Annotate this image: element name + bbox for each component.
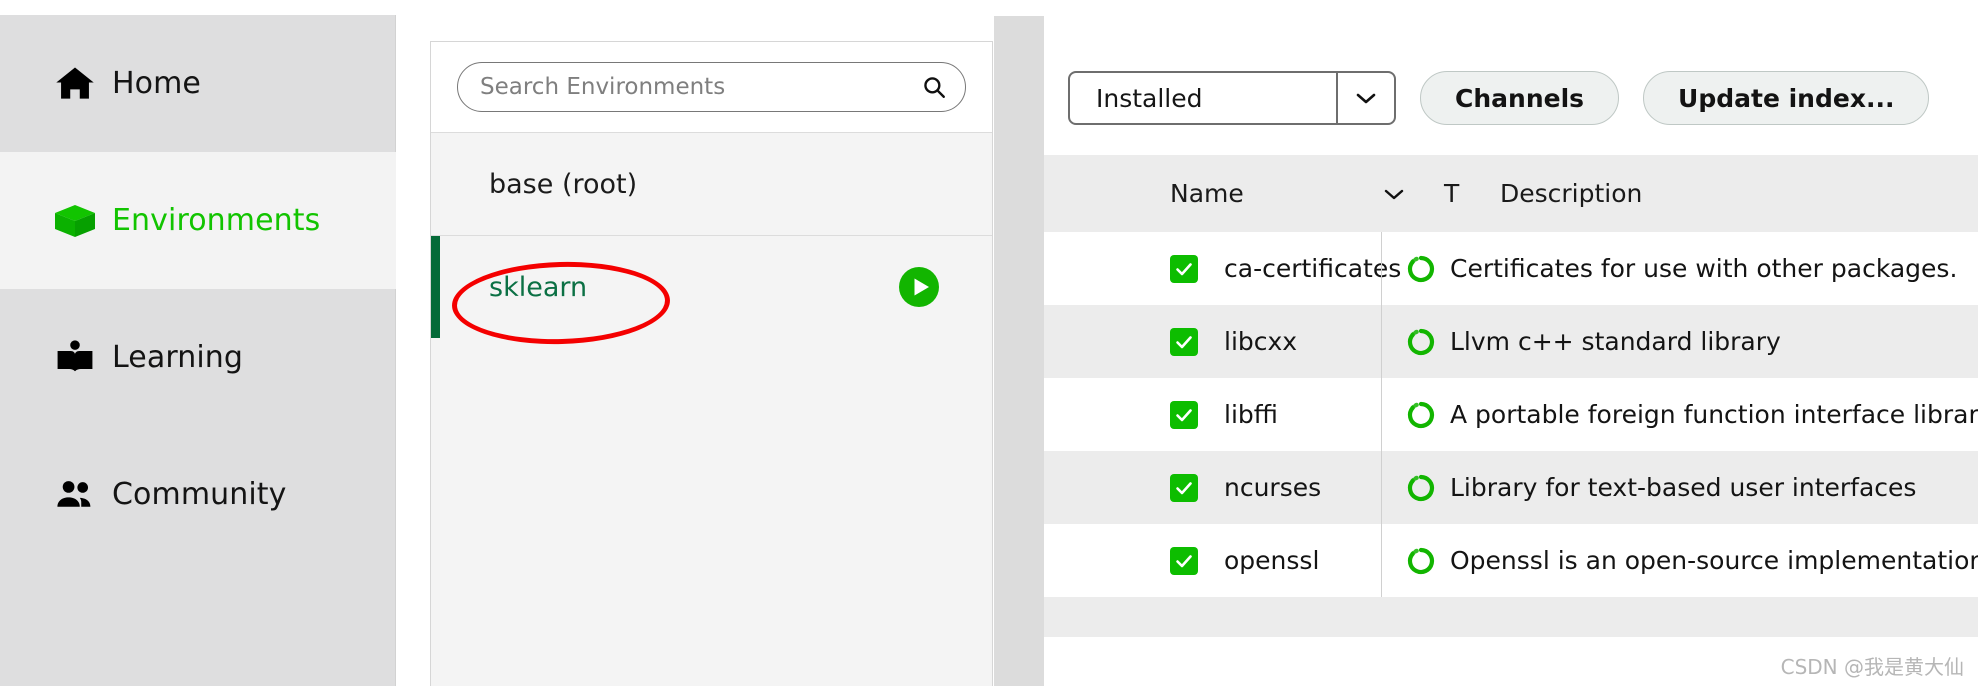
- spinner-icon: [1406, 473, 1436, 503]
- sidebar: Home Environments Learning Community: [0, 15, 396, 686]
- chevron-down-icon[interactable]: [1336, 73, 1394, 123]
- packages-table-header: Name T Description: [1044, 155, 1978, 232]
- update-index-button[interactable]: Update index...: [1643, 71, 1930, 125]
- watermark: CSDN @我是黄大仙: [1780, 655, 1964, 679]
- column-divider: [1381, 378, 1382, 451]
- spinner-icon: [1406, 327, 1436, 357]
- box-icon: [52, 198, 98, 244]
- column-header-name[interactable]: Name: [1170, 179, 1244, 208]
- environment-name: sklearn: [489, 271, 588, 303]
- package-checkbox[interactable]: [1170, 254, 1198, 283]
- environments-empty-area: [431, 338, 992, 686]
- sidebar-item-learning[interactable]: Learning: [0, 289, 396, 426]
- column-divider: [1381, 451, 1382, 524]
- package-filter-value: Installed: [1096, 83, 1203, 113]
- table-row[interactable]: libffi A portable foreign function inter…: [1044, 378, 1978, 451]
- environments-list: base (root) sklearn: [431, 132, 992, 686]
- environment-name: base (root): [489, 168, 638, 200]
- environments-search-bar: [431, 42, 992, 132]
- table-row[interactable]: [1044, 597, 1978, 637]
- sidebar-item-label: Home: [112, 66, 201, 101]
- package-name: libffi: [1224, 400, 1278, 429]
- sidebar-item-label: Community: [112, 477, 287, 512]
- package-checkbox[interactable]: [1170, 400, 1198, 429]
- package-checkbox[interactable]: [1170, 546, 1198, 575]
- home-icon: [52, 61, 98, 107]
- spinner-icon: [1406, 400, 1436, 430]
- column-header-description[interactable]: Description: [1500, 179, 1642, 208]
- packages-panel: Installed Channels Update index... Name …: [1044, 41, 1978, 686]
- column-header-type[interactable]: T: [1444, 179, 1459, 208]
- search-input[interactable]: [458, 63, 965, 111]
- package-name: openssl: [1224, 546, 1320, 575]
- column-divider: [1381, 524, 1382, 597]
- anaconda-navigator-window: Home Environments Learning Community Sea…: [0, 0, 1978, 686]
- column-divider: [1381, 232, 1382, 305]
- package-description: Library for text-based user interfaces: [1450, 473, 1917, 502]
- package-name: ca-certificates: [1224, 254, 1402, 283]
- panel-splitter[interactable]: [994, 16, 1044, 686]
- sidebar-item-home[interactable]: Home: [0, 15, 396, 152]
- package-description: Openssl is an open-source implementation…: [1450, 546, 1978, 575]
- environments-panel: base (root) sklearn: [430, 41, 993, 686]
- table-row[interactable]: ca-certificates Certificates for use wit…: [1044, 232, 1978, 305]
- sidebar-item-label: Learning: [112, 340, 244, 375]
- package-name: libcxx: [1224, 327, 1298, 356]
- package-checkbox[interactable]: [1170, 327, 1198, 356]
- table-row[interactable]: ncurses Library for text-based user inte…: [1044, 451, 1978, 524]
- sidebar-item-environments[interactable]: Environments: [0, 152, 396, 289]
- package-description: A portable foreign function interface li…: [1450, 400, 1978, 429]
- package-description: Llvm c++ standard library: [1450, 327, 1781, 356]
- search-box[interactable]: [457, 62, 966, 112]
- spinner-icon: [1406, 254, 1436, 284]
- package-description: Certificates for use with other packages…: [1450, 254, 1958, 283]
- packages-toolbar: Installed Channels Update index...: [1044, 41, 1978, 155]
- search-icon[interactable]: [920, 73, 948, 101]
- package-name: ncurses: [1224, 473, 1322, 502]
- package-checkbox[interactable]: [1170, 473, 1198, 502]
- play-circle-icon[interactable]: [898, 266, 940, 308]
- chevron-down-icon[interactable]: [1382, 182, 1406, 206]
- channels-button[interactable]: Channels: [1420, 71, 1620, 125]
- column-divider: [1381, 305, 1382, 378]
- people-icon: [52, 472, 98, 518]
- table-row[interactable]: openssl Openssl is an open-source implem…: [1044, 524, 1978, 597]
- book-icon: [52, 335, 98, 381]
- spinner-icon: [1406, 546, 1436, 576]
- environment-row-sklearn[interactable]: sklearn: [431, 235, 992, 338]
- sidebar-item-community[interactable]: Community: [0, 426, 396, 563]
- package-filter-dropdown[interactable]: Installed: [1068, 71, 1396, 125]
- table-row[interactable]: libcxx Llvm c++ standard library: [1044, 305, 1978, 378]
- sidebar-item-label: Environments: [112, 203, 321, 238]
- environment-row-base[interactable]: base (root): [431, 132, 992, 235]
